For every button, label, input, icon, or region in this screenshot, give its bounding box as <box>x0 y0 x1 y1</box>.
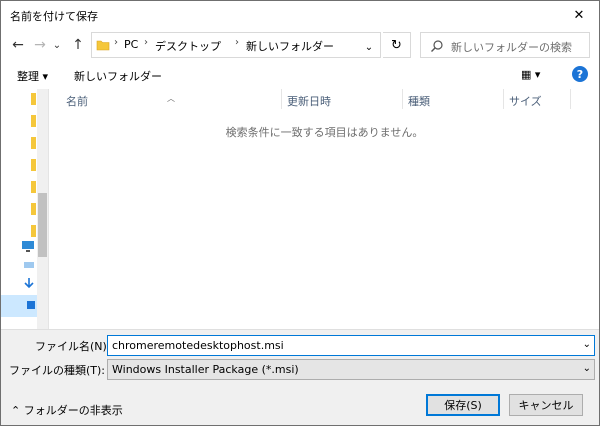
forward-arrow-icon: → <box>34 37 46 53</box>
refresh-icon: ↻ <box>391 37 402 53</box>
column-label: サイズ <box>509 95 542 108</box>
desktop-icon <box>27 301 35 309</box>
title-bar: 名前を付けて保存 ✕ <box>1 1 599 29</box>
view-options-icon[interactable]: ▦ ▾ <box>521 68 540 81</box>
chevron-down-icon: ⌄ <box>582 363 591 374</box>
folder-icon <box>31 115 36 127</box>
column-label: 名前 <box>66 95 88 108</box>
close-icon: ✕ <box>573 7 585 23</box>
help-icon[interactable]: ? <box>572 66 588 82</box>
search-icon <box>431 40 443 52</box>
save-as-dialog: 名前を付けて保存 ✕ ← → ⌄ ↑ › PC › デスクトップ › 新しいフォ… <box>0 0 600 426</box>
navigation-pane[interactable] <box>1 89 49 329</box>
back-arrow-icon: ← <box>12 37 24 53</box>
hide-folders-button[interactable]: ⌃ フォルダーの非表示 <box>11 402 123 418</box>
folder-icon <box>31 203 36 215</box>
search-placeholder: 新しいフォルダーの検索 <box>451 41 572 54</box>
chevron-up-icon: ︿ <box>167 94 175 103</box>
filename-input[interactable] <box>108 336 568 355</box>
folder-icon <box>96 40 110 51</box>
folder-icon <box>31 181 36 193</box>
folder-icon <box>31 137 36 149</box>
recent-locations-button[interactable]: ⌄ <box>49 31 65 59</box>
folder-icon <box>31 225 36 237</box>
address-dropdown-button[interactable]: ⌄ <box>360 34 378 60</box>
chevron-right-icon: › <box>144 37 148 48</box>
search-box[interactable]: 新しいフォルダーの検索 <box>420 32 590 58</box>
breadcrumb-new-folder[interactable]: 新しいフォルダー <box>246 38 334 54</box>
pc-icon <box>22 241 34 252</box>
refresh-button[interactable]: ↻ <box>383 32 411 58</box>
column-label: 更新日時 <box>287 95 331 108</box>
column-header-type[interactable]: 種類 <box>403 89 503 109</box>
filename-field[interactable]: ⌄ <box>107 335 595 356</box>
close-button[interactable]: ✕ <box>559 1 599 29</box>
download-icon <box>24 278 34 289</box>
back-button[interactable]: ← <box>7 31 29 59</box>
drive-icon <box>24 262 34 268</box>
file-list[interactable]: ︿ 名前 更新日時 種類 サイズ 検索条件に一致する項目はありません。 <box>50 89 599 329</box>
chevron-down-icon: ⌄ <box>364 41 374 53</box>
navigation-scrollbar[interactable] <box>37 89 48 329</box>
cancel-button-label: キャンセル <box>518 399 574 412</box>
chevron-right-icon: › <box>114 37 118 48</box>
folder-icon <box>31 159 36 171</box>
forward-button[interactable]: → <box>29 31 51 59</box>
column-divider[interactable] <box>570 89 571 109</box>
command-bar: 整理 ▾ 新しいフォルダー ▦ ▾ ? <box>1 64 599 86</box>
save-button[interactable]: 保存(S) <box>426 394 500 416</box>
column-label: 種類 <box>408 95 430 108</box>
chevron-down-icon[interactable]: ⌄ <box>583 339 591 350</box>
save-button-label: 保存(S) <box>444 399 482 412</box>
navigation-bar: ← → ⌄ ↑ › PC › デスクトップ › 新しいフォルダー ⌄ ↻ 新しい… <box>1 31 599 61</box>
breadcrumb-desktop[interactable]: デスクトップ <box>155 38 221 54</box>
filetype-label: ファイルの種類(T): <box>9 364 106 377</box>
recent-chevron-icon: ⌄ <box>52 39 62 51</box>
up-arrow-icon: ↑ <box>72 37 84 53</box>
save-form: ファイル名(N): ⌄ ファイルの種類(T): Windows Installe… <box>1 329 599 425</box>
chevron-right-icon: › <box>235 37 239 48</box>
new-folder-button[interactable]: 新しいフォルダー <box>74 68 162 84</box>
folder-icon <box>31 93 36 105</box>
empty-message: 検索条件に一致する項目はありません。 <box>225 126 424 139</box>
column-header-size[interactable]: サイズ <box>504 89 570 109</box>
filetype-value: Windows Installer Package (*.msi) <box>112 363 299 376</box>
dialog-title: 名前を付けて保存 <box>10 10 98 23</box>
column-header-modified[interactable]: 更新日時 <box>282 89 402 109</box>
column-header-name[interactable]: ︿ 名前 <box>50 89 281 109</box>
up-button[interactable]: ↑ <box>67 31 89 59</box>
filename-label: ファイル名(N): <box>35 340 111 353</box>
organize-menu[interactable]: 整理 ▾ <box>17 68 48 84</box>
filetype-select[interactable]: Windows Installer Package (*.msi) ⌄ <box>107 359 595 380</box>
address-bar[interactable]: › PC › デスクトップ › 新しいフォルダー ⌄ <box>91 32 381 58</box>
breadcrumb-pc[interactable]: PC <box>124 38 138 51</box>
cancel-button[interactable]: キャンセル <box>509 394 583 416</box>
scrollbar-thumb[interactable] <box>38 193 47 257</box>
